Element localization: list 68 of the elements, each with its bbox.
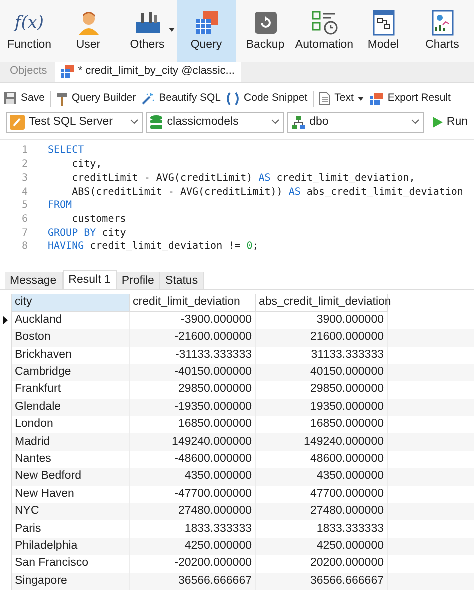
code-line: customers <box>71 212 126 227</box>
column-header[interactable]: abs_credit_limit_deviation <box>256 294 388 312</box>
ribbon-button[interactable]: Query <box>177 0 236 62</box>
current-row-icon <box>3 316 8 325</box>
ribbon-button[interactable]: Backup <box>236 0 295 62</box>
toolbar-button[interactable]: Save <box>4 90 45 106</box>
play-icon <box>432 116 443 128</box>
chevron-down-icon <box>270 119 280 126</box>
toolbar-button[interactable]: Query Builder <box>56 90 136 106</box>
result-tab[interactable]: Result 1 <box>62 270 117 289</box>
ribbon-button[interactable]: Model <box>354 0 413 62</box>
hammer-icon <box>56 92 68 106</box>
function-glyph: f(x) <box>14 12 44 36</box>
result-tab[interactable]: Message <box>5 272 63 289</box>
ribbon-button[interactable]: Automation <box>295 0 354 62</box>
table-grid-icon <box>194 10 220 36</box>
magic-wand-icon <box>141 92 156 106</box>
column-header[interactable]: credit_limit_deviation <box>130 294 256 312</box>
document-tab[interactable]: * credit_limit_by_city @classic... <box>55 62 241 82</box>
ribbon-button[interactable]: f(x) Function <box>0 0 59 62</box>
chart-icon <box>430 10 454 36</box>
ribbon-button[interactable]: User <box>59 0 118 62</box>
table-cell: 36566.666667 <box>130 572 256 590</box>
toolbar-button[interactable]: Beautify SQL <box>141 90 222 106</box>
ribbon-button[interactable]: Others <box>118 0 177 62</box>
line-number: 2 <box>20 158 28 172</box>
column-header[interactable]: city <box>12 294 130 312</box>
export-table-icon <box>368 92 384 106</box>
diagram-icon <box>372 10 396 36</box>
line-number: 8 <box>20 240 28 254</box>
connection-dropdown[interactable]: dbo <box>286 112 424 133</box>
result-tab[interactable]: Status <box>160 272 204 289</box>
floppy-icon <box>4 92 17 106</box>
code-line: HAVING credit_limit_deviation != 0; <box>48 240 259 254</box>
toolbar-button[interactable]: Export Result <box>368 90 451 106</box>
line-number: 4 <box>20 186 28 200</box>
code-line: city, <box>71 158 102 172</box>
connection-dropdown[interactable]: Test SQL Server <box>6 112 144 133</box>
toolbar-button[interactable]: Text <box>318 90 364 106</box>
code-line: GROUP BY city <box>48 226 126 240</box>
server-icon <box>10 114 25 130</box>
backup-icon <box>252 10 278 36</box>
line-number: 1 <box>20 144 28 158</box>
connection-dropdown[interactable]: classicmodels <box>146 112 284 133</box>
line-number: 5 <box>20 199 28 213</box>
table-grid-icon <box>61 65 74 78</box>
run-button[interactable]: Run <box>432 114 468 132</box>
code-line: SELECT <box>48 144 84 158</box>
code-line: creditLimit - AVG(creditLimit) AS credit_limit_deviation, <box>71 172 416 186</box>
database-icon <box>150 114 164 130</box>
dropdown-arrow-icon <box>358 96 364 101</box>
dropdown-arrow-icon <box>169 28 175 32</box>
line-number: 7 <box>20 226 28 240</box>
schema-icon <box>290 114 306 130</box>
table-cell: Singapore <box>12 572 130 590</box>
table-cell: 36566.666667 <box>256 572 388 590</box>
line-number: 3 <box>20 172 28 186</box>
code-line: FROM <box>48 199 72 213</box>
chevron-down-icon <box>410 119 420 126</box>
code-line: ABS(creditLimit - AVG(creditLimit)) AS abs_credit_limit_deviation <box>71 186 464 200</box>
document-icon <box>318 92 331 106</box>
parentheses-icon <box>226 92 240 106</box>
toolbar-button[interactable]: Code Snippet <box>226 90 308 106</box>
line-number: 6 <box>20 212 28 227</box>
chevron-down-icon <box>130 119 140 126</box>
checklist-clock-icon <box>310 10 338 36</box>
result-tab[interactable]: Profile <box>116 272 160 289</box>
ribbon-button[interactable]: Charts <box>413 0 472 62</box>
